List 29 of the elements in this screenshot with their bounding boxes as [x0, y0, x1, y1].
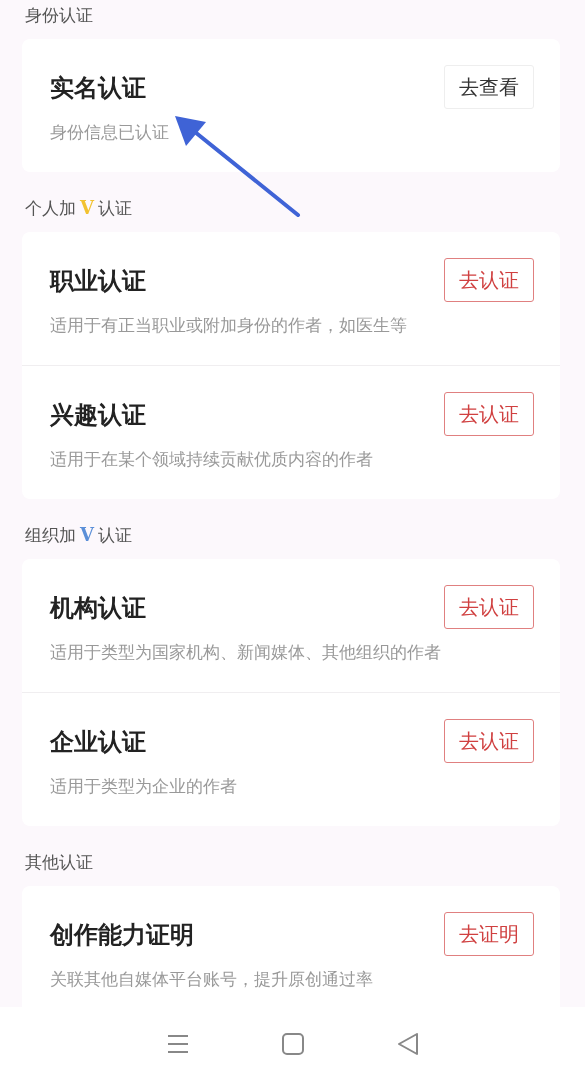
- menu-icon[interactable]: [166, 1033, 189, 1054]
- item-description: 适用于有正当职业或附加身份的作者，如医生等: [50, 314, 408, 337]
- section-title: 组织加: [25, 524, 76, 547]
- item-description: 适用于类型为国家机构、新闻媒体、其他组织的作者: [50, 641, 442, 664]
- action-button[interactable]: 去认证: [444, 719, 534, 763]
- item-description: 适用于类型为企业的作者: [50, 775, 238, 798]
- home-icon[interactable]: [281, 1032, 304, 1055]
- v-mark-label: V: [80, 523, 94, 547]
- action-button[interactable]: 去证明: [444, 912, 534, 956]
- item-title: 实名认证: [50, 73, 147, 104]
- back-icon[interactable]: [396, 1032, 419, 1055]
- item-title: 兴趣认证: [50, 400, 147, 431]
- section-title: 个人加: [25, 197, 76, 220]
- action-button[interactable]: 去认证: [444, 258, 534, 302]
- section-title: 其他认证: [25, 851, 93, 874]
- item-title: 创作能力证明: [50, 920, 195, 951]
- item-title: 机构认证: [50, 593, 147, 624]
- item-description: 关联其他自媒体平台账号，提升原创通过率: [50, 968, 374, 991]
- item-description: 身份信息已认证: [50, 121, 170, 144]
- item-title: 职业认证: [50, 266, 147, 297]
- item-description: 适用于在某个领域持续贡献优质内容的作者: [50, 448, 374, 471]
- action-button[interactable]: 去认证: [444, 392, 534, 436]
- section-title: 身份认证: [25, 4, 93, 27]
- v-mark-label: V: [80, 196, 94, 220]
- action-button[interactable]: 去查看: [444, 65, 534, 109]
- item-title: 企业认证: [50, 727, 147, 758]
- section-title: 认证: [97, 524, 132, 547]
- action-button[interactable]: 去认证: [444, 585, 534, 629]
- section-title: 认证: [97, 197, 132, 220]
